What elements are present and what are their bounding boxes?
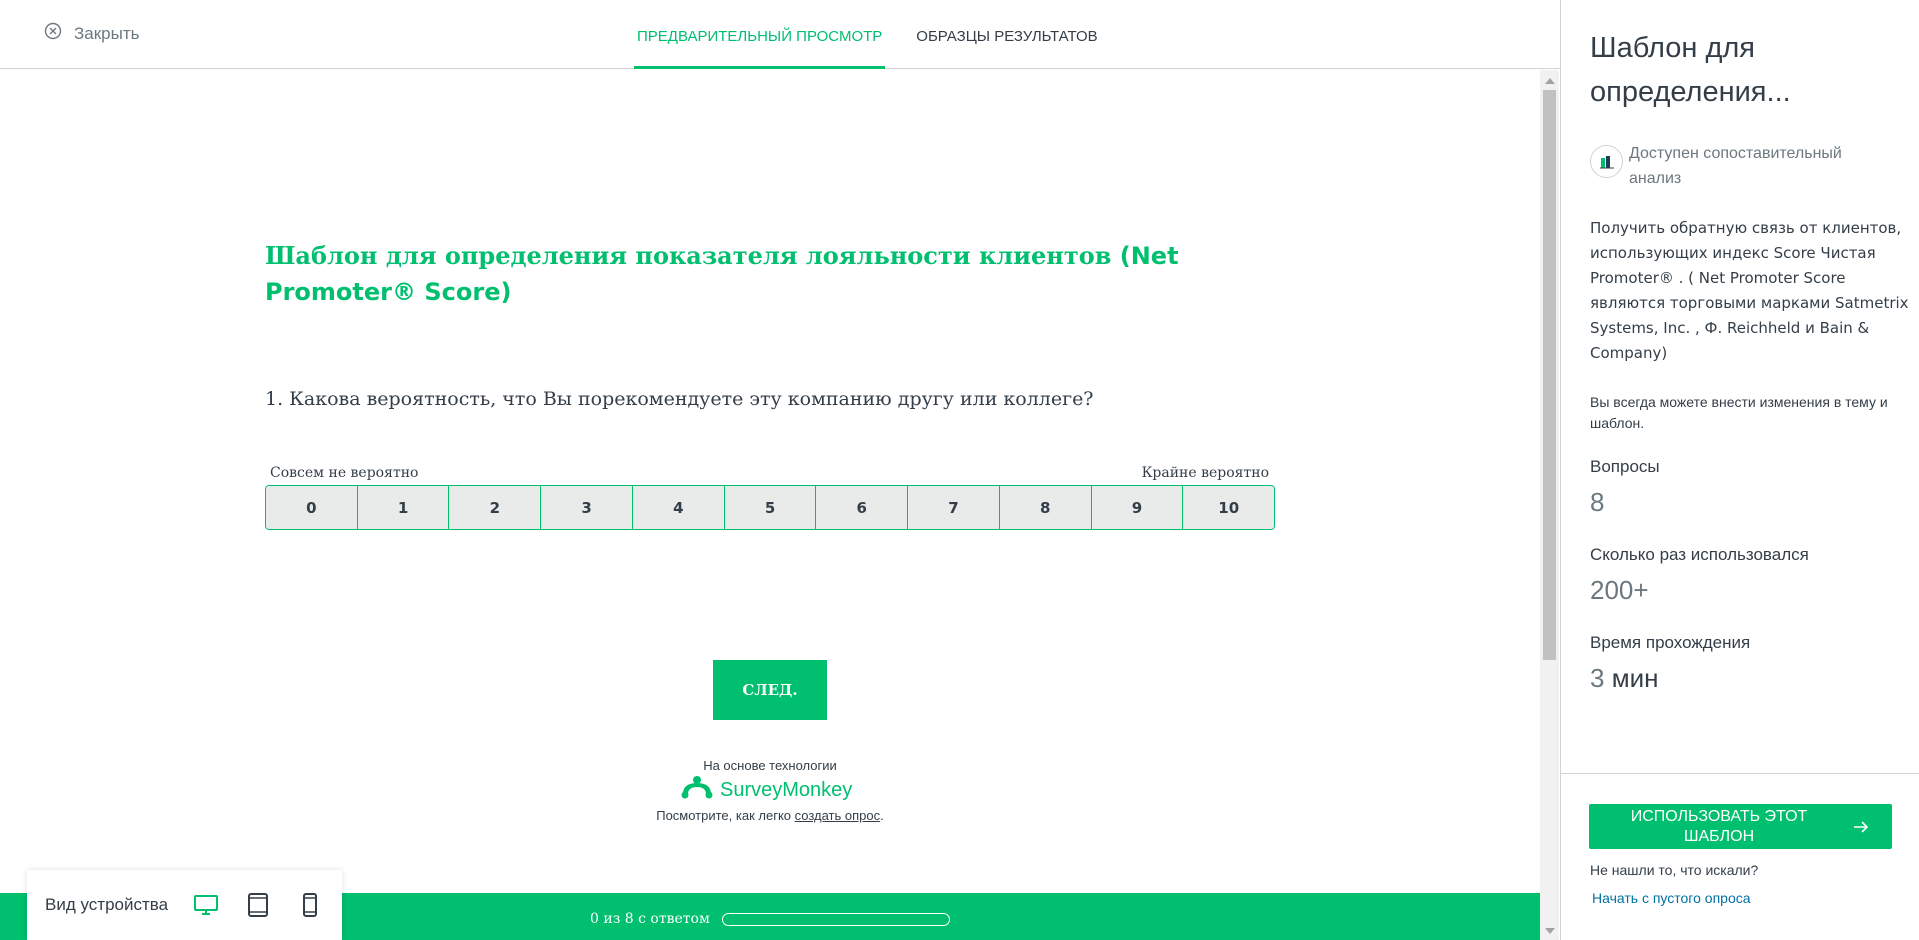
device-view-label: Вид устройства (45, 895, 169, 914)
survey-preview: Шаблон для определения показателя лояльн… (0, 70, 1540, 940)
brand-name: SurveyMonkey (720, 778, 853, 801)
device-view-panel: Вид устройства (27, 870, 342, 940)
close-circle-icon (44, 22, 62, 45)
desktop-icon[interactable] (180, 885, 232, 925)
tab-preview[interactable]: ПРЕДВАРИТЕЛЬНЫЙ ПРОСМОТР (634, 0, 886, 69)
powered-by-text: На основе технологии (703, 758, 837, 773)
time-number: 3 (1590, 663, 1605, 693)
used-count-label: Сколько раз использовался (1590, 545, 1809, 564)
tablet-icon[interactable] (232, 885, 284, 925)
question-text: 1. Какова вероятность, что Вы порекоменд… (265, 388, 1094, 410)
scale-option-6[interactable]: 6 (816, 486, 909, 529)
scroll-down-icon[interactable] (1545, 928, 1555, 934)
arrow-right-icon (1854, 821, 1869, 833)
see-how-suffix: . (880, 808, 884, 823)
template-title: Шаблон для определения... (1590, 32, 1791, 108)
top-bar: Закрыть ПРЕДВАРИТЕЛЬНЫЙ ПРОСМОТР ОБРАЗЦЫ… (0, 0, 1560, 69)
benchmark-text: Доступен сопоставительный анализ (1629, 145, 1842, 187)
close-label: Закрыть (74, 23, 140, 43)
time-value: 3 мин (1590, 663, 1658, 694)
progress-text: 0 из 8 с ответом (590, 911, 710, 927)
tab-sample-results[interactable]: ОБРАЗЦЫ РЕЗУЛЬТАТОВ (913, 0, 1100, 69)
phone-icon[interactable] (284, 885, 336, 925)
scale-option-0[interactable]: 0 (266, 486, 358, 529)
scale-option-10[interactable]: 10 (1183, 486, 1274, 529)
progress-track (722, 913, 950, 926)
next-button[interactable]: СЛЕД. (713, 660, 827, 720)
template-sidebar: Шаблон для определения... Доступен сопос… (1560, 0, 1919, 940)
scroll-up-icon[interactable] (1545, 78, 1555, 84)
nps-scale: 0 1 2 3 4 5 6 7 8 9 10 (265, 485, 1275, 530)
used-count-value: 200+ (1590, 575, 1649, 605)
scale-label-low: Совсем не вероятно (270, 465, 419, 481)
see-how-text: Посмотрите, как легко создать опрос. (570, 808, 970, 823)
time-label: Время прохождения (1590, 633, 1751, 652)
template-description: Получить обратную связь от клиентов, исп… (1590, 219, 1909, 362)
use-template-label: ИСПОЛЬЗОВАТЬ ЭТОТ ШАБЛОН (1630, 807, 1808, 845)
survey-title: Шаблон для определения показателя лояльн… (265, 238, 1275, 310)
scale-option-9[interactable]: 9 (1091, 486, 1184, 529)
scale-option-7[interactable]: 7 (908, 486, 1000, 529)
preview-scrollbar[interactable] (1540, 70, 1559, 940)
survey-title-main: Шаблон для определения показателя лояльн… (265, 241, 1120, 270)
not-found-text: Не нашли то, что искали? (1590, 862, 1759, 878)
sidebar-footer: ИСПОЛЬЗОВАТЬ ЭТОТ ШАБЛОН Не нашли то, чт… (1561, 773, 1919, 940)
start-blank-link[interactable]: Начать с пустого опроса (1592, 890, 1751, 906)
benchmark-icon (1590, 145, 1623, 178)
scale-option-8[interactable]: 8 (999, 486, 1092, 529)
create-survey-link[interactable]: создать опрос (795, 808, 881, 823)
scale-option-4[interactable]: 4 (632, 486, 725, 529)
preview-tabs: ПРЕДВАРИТЕЛЬНЫЙ ПРОСМОТР ОБРАЗЦЫ РЕЗУЛЬТ… (634, 0, 1129, 69)
questions-value: 8 (1590, 487, 1605, 517)
surveymonkey-logo[interactable]: SurveyMonkey (680, 776, 852, 804)
scale-option-2[interactable]: 2 (449, 486, 542, 529)
close-button[interactable]: Закрыть (44, 22, 139, 45)
scale-label-high: Крайне вероятно (1141, 465, 1269, 481)
time-unit: мин (1604, 663, 1659, 693)
see-how-prefix: Посмотрите, как легко (656, 808, 795, 823)
questions-label: Вопросы (1590, 457, 1660, 476)
scale-option-1[interactable]: 1 (357, 486, 450, 529)
monkey-icon (680, 774, 714, 806)
scale-option-3[interactable]: 3 (541, 486, 633, 529)
benchmark-badge: Доступен сопоставительный анализ (1590, 141, 1889, 191)
scroll-thumb[interactable] (1543, 90, 1556, 660)
template-note: Вы всегда можете внести изменения в тему… (1590, 394, 1888, 431)
scale-option-5[interactable]: 5 (724, 486, 817, 529)
use-template-button[interactable]: ИСПОЛЬЗОВАТЬ ЭТОТ ШАБЛОН (1589, 804, 1892, 849)
